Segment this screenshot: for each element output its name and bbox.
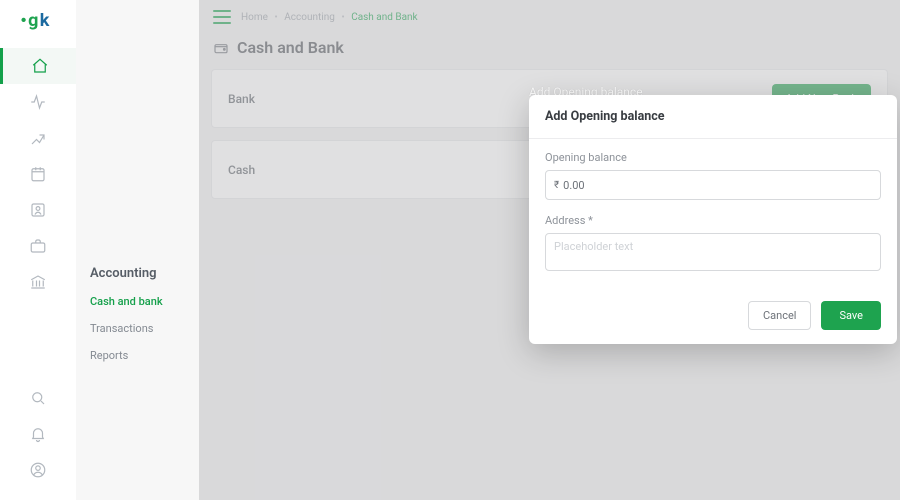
svg-text:k: k bbox=[40, 10, 50, 30]
address-label: Address * bbox=[545, 214, 881, 227]
opening-balance-label: Opening balance bbox=[545, 151, 881, 164]
address-input[interactable] bbox=[545, 233, 881, 271]
svg-text:g: g bbox=[28, 10, 38, 30]
nav-contacts[interactable] bbox=[0, 192, 76, 228]
modal-overlay: Add Opening balance Add Opening balance … bbox=[199, 0, 900, 500]
currency-prefix: ₹ bbox=[554, 180, 559, 191]
nav-notifications[interactable] bbox=[0, 416, 76, 452]
nav-profile[interactable] bbox=[0, 452, 76, 488]
submenu-item-transactions[interactable]: Transactions bbox=[90, 322, 185, 335]
opening-balance-modal: Add Opening balance Opening balance ₹ Ad… bbox=[529, 95, 897, 344]
opening-balance-input[interactable] bbox=[563, 179, 872, 192]
submenu-heading: Accounting bbox=[90, 266, 185, 281]
main-content: Home • Accounting • Cash and Bank Cash a… bbox=[199, 0, 900, 500]
brand-logo: gk bbox=[20, 10, 56, 30]
nav-briefcase[interactable] bbox=[0, 228, 76, 264]
submenu-item-cash-bank[interactable]: Cash and bank bbox=[90, 295, 185, 308]
nav-activity[interactable] bbox=[0, 84, 76, 120]
nav-home[interactable] bbox=[0, 48, 76, 84]
nav-calendar[interactable] bbox=[0, 156, 76, 192]
cancel-button[interactable]: Cancel bbox=[748, 301, 811, 330]
opening-balance-input-wrap[interactable]: ₹ bbox=[545, 170, 881, 200]
nav-growth[interactable] bbox=[0, 120, 76, 156]
nav-bank[interactable] bbox=[0, 264, 76, 300]
nav-search[interactable] bbox=[0, 380, 76, 416]
submenu-item-reports[interactable]: Reports bbox=[90, 349, 185, 362]
modal-title: Add Opening balance bbox=[545, 109, 881, 124]
nav-rail: gk bbox=[0, 0, 76, 500]
submenu-panel: Accounting Cash and bank Transactions Re… bbox=[76, 0, 199, 500]
save-button[interactable]: Save bbox=[821, 301, 881, 330]
